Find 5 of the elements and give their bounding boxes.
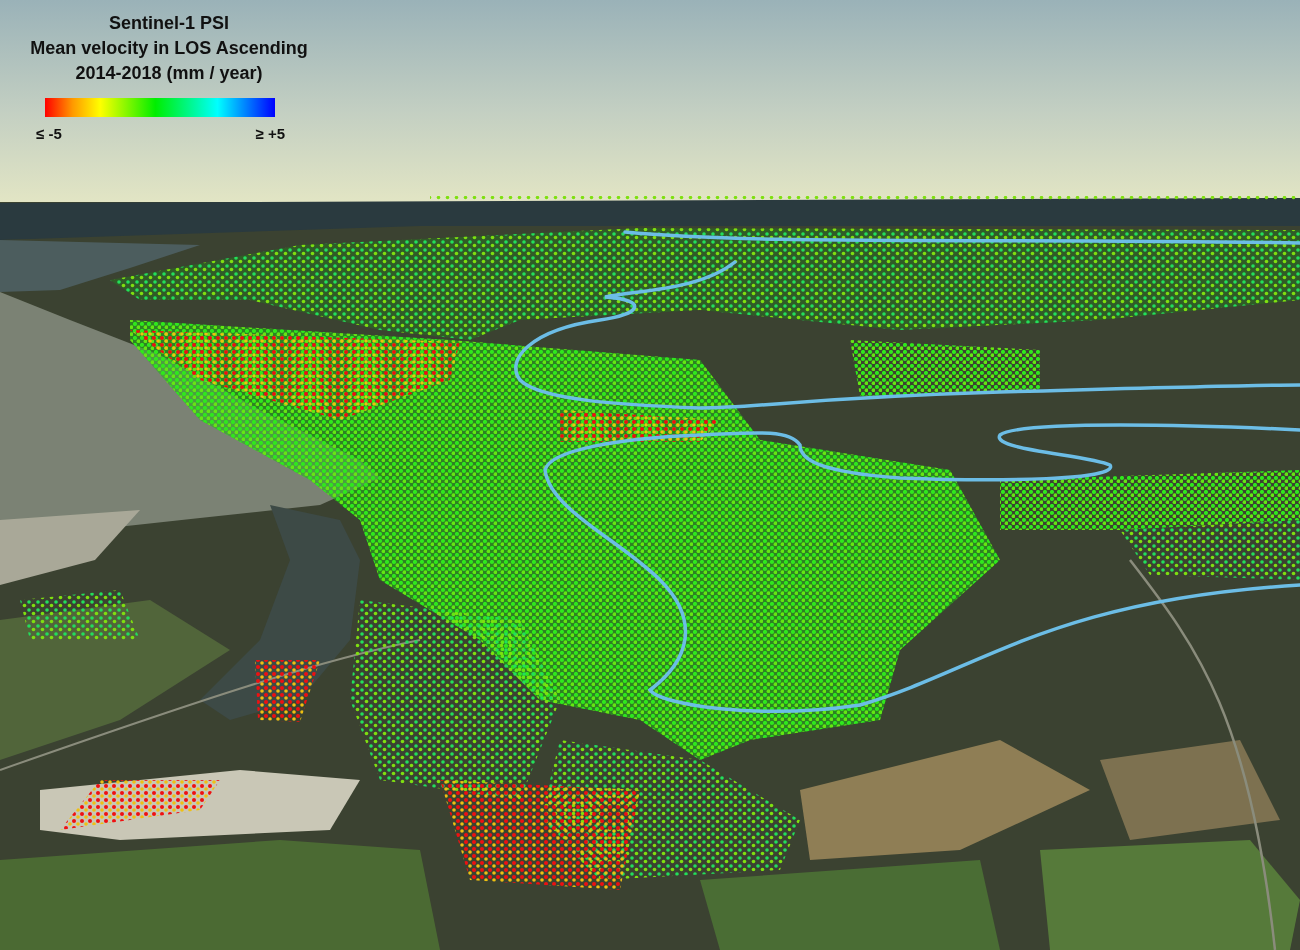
scale-min-label: ≤ -5	[36, 125, 62, 143]
legend-title: Sentinel-1 PSI	[108, 12, 229, 35]
scale-max-label: ≥ +5	[255, 125, 285, 143]
legend-units: 2014-2018 (mm / year)	[75, 62, 263, 85]
legend-subtitle: Mean velocity in LOS Ascending	[30, 37, 308, 60]
